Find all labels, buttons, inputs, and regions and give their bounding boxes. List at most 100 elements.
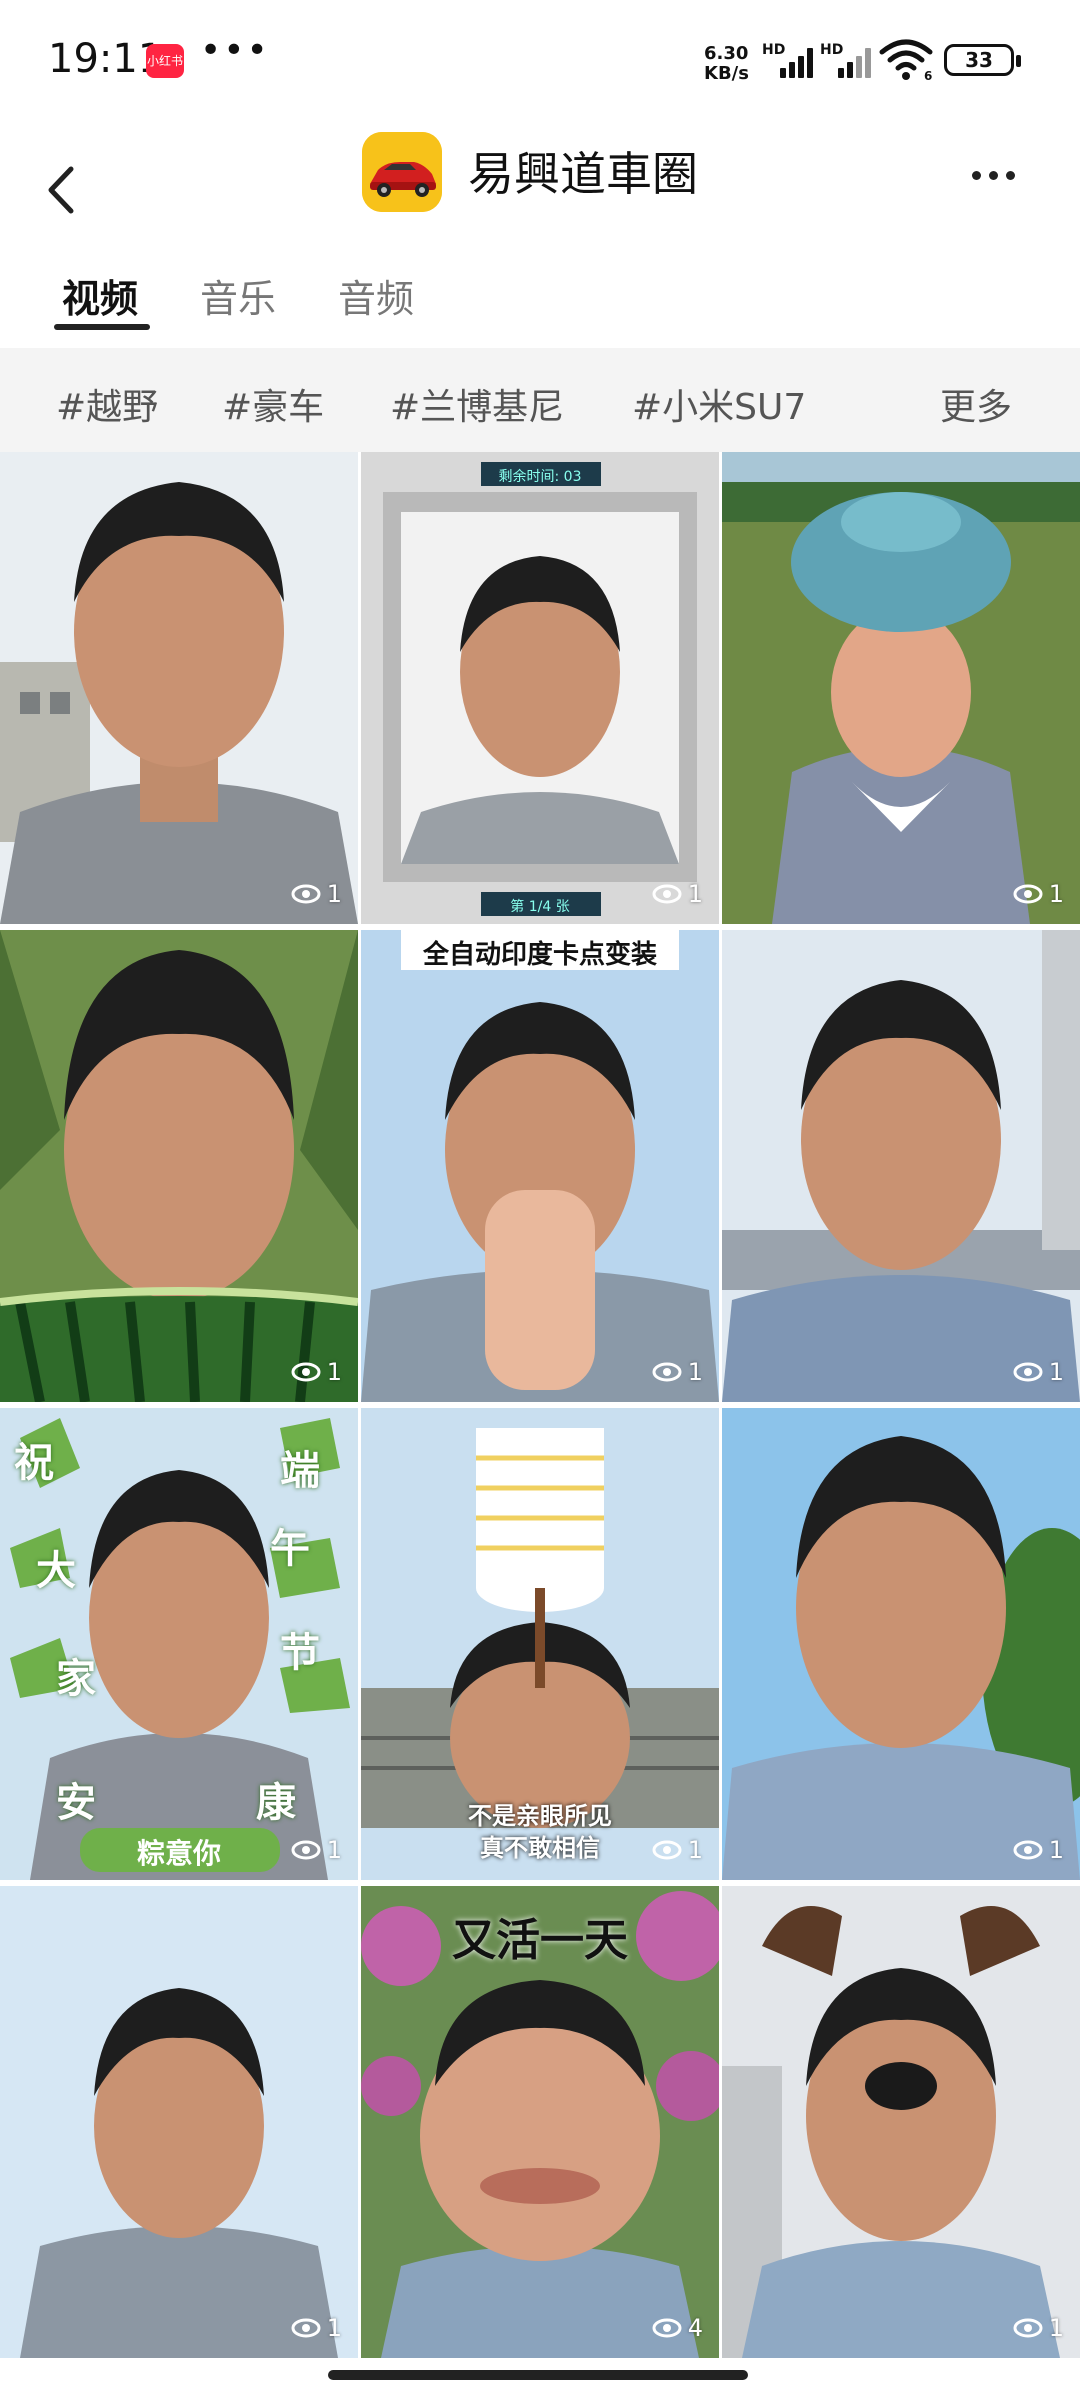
view-count-value: 1	[687, 1836, 703, 1864]
greeting-char: 端	[280, 1448, 320, 1494]
xiaohongshu-badge-icon: 小红书	[146, 44, 184, 78]
hashtag-luxury-car[interactable]: #豪车	[222, 378, 324, 430]
view-count-value: 1	[1048, 1358, 1064, 1386]
hashtag-xiaomi-su7[interactable]: #小米SU7	[632, 378, 806, 430]
header: 易興道車圈	[0, 120, 1080, 260]
dot-icon	[988, 170, 998, 180]
view-count-value: 1	[687, 1358, 703, 1386]
signal-1-label: HD	[762, 42, 786, 58]
signal-1-icon: HD	[762, 42, 818, 78]
dot-icon	[1005, 170, 1015, 180]
video-card[interactable]: 又活一天 4	[361, 1886, 719, 2358]
view-count-value: 1	[326, 1358, 342, 1386]
greeting-char: 祝	[14, 1440, 54, 1486]
battery-icon: 33	[944, 44, 1021, 76]
greeting-char: 安	[56, 1780, 96, 1826]
view-count: 1	[291, 1358, 342, 1386]
eye-icon	[291, 2318, 321, 2338]
hashtag-bar: #越野 #豪车 #兰博基尼 #小米SU7 更多	[0, 348, 1080, 452]
eye-icon	[291, 1840, 321, 1860]
view-count-value: 1	[326, 880, 342, 908]
view-count: 1	[291, 1836, 342, 1864]
video-thumbnail	[722, 1408, 1080, 1880]
view-count: 1	[291, 2314, 342, 2342]
view-count: 1	[652, 1836, 703, 1864]
video-caption-line-1: 不是亲眼所见	[468, 1802, 612, 1830]
wifi-label: 6	[924, 69, 932, 82]
hashtag-offroad[interactable]: #越野	[56, 378, 158, 430]
channel-logo[interactable]	[362, 132, 442, 212]
back-button[interactable]	[30, 140, 90, 240]
view-count: 1	[652, 1358, 703, 1386]
video-thumbnail	[722, 452, 1080, 924]
eye-icon	[652, 1362, 682, 1382]
timer-overlay: 剩余时间: 03	[498, 469, 582, 485]
view-count-value: 4	[687, 2314, 703, 2342]
video-thumbnail	[361, 930, 719, 1402]
video-card[interactable]: 1	[0, 930, 358, 1402]
battery-level: 33	[965, 48, 993, 72]
greeting-char: 家	[56, 1656, 96, 1702]
eye-icon	[652, 884, 682, 904]
network-speed-value: 6.30	[704, 43, 749, 64]
hashtag-lamborghini[interactable]: #兰博基尼	[390, 378, 564, 430]
eye-icon	[1013, 1840, 1043, 1860]
video-card[interactable]: 剩余时间: 03 第 1/4 张 1	[361, 452, 719, 924]
network-speed-unit: KB/s	[704, 63, 749, 84]
active-tab-indicator	[54, 324, 150, 330]
video-card[interactable]: 祝 端 午 大 家 节 安 康 粽意你 1	[0, 1408, 358, 1880]
view-count: 1	[1013, 1836, 1064, 1864]
eye-icon	[1013, 884, 1043, 904]
eye-icon	[652, 1840, 682, 1860]
status-bar: 19:11 小红书 ••• 6.30 KB/s HD HD 6 33	[0, 0, 1080, 120]
video-thumbnail	[361, 452, 719, 924]
video-thumbnail	[722, 1886, 1080, 2358]
video-card[interactable]: 1	[0, 452, 358, 924]
more-tags-button[interactable]: 更多	[940, 378, 1012, 430]
eye-icon	[291, 884, 321, 904]
network-speed: 6.30 KB/s	[704, 44, 749, 84]
page-title: 易興道車圈	[468, 147, 698, 201]
wifi-icon: 6	[878, 38, 934, 83]
video-card[interactable]: 全自动印度卡点变装 1	[361, 930, 719, 1402]
greeting-char: 午	[270, 1526, 310, 1572]
view-count-value: 1	[687, 880, 703, 908]
view-count: 1	[1013, 880, 1064, 908]
more-options-button[interactable]	[958, 150, 1028, 200]
tab-music[interactable]: 音乐	[200, 268, 276, 323]
signal-2-icon: HD	[820, 42, 876, 78]
eye-icon	[652, 2318, 682, 2338]
view-count-value: 1	[326, 1836, 342, 1864]
video-thumbnail	[0, 452, 358, 924]
video-card[interactable]: 1	[722, 1886, 1080, 2358]
tab-video[interactable]: 视频	[62, 268, 138, 323]
view-count-value: 1	[326, 2314, 342, 2342]
video-thumbnail	[722, 930, 1080, 1402]
signal-2-label: HD	[820, 42, 844, 58]
video-card[interactable]: 1	[722, 452, 1080, 924]
dot-icon	[971, 170, 981, 180]
view-count-value: 1	[1048, 1836, 1064, 1864]
eye-icon	[291, 1362, 321, 1382]
video-card[interactable]: 1	[722, 930, 1080, 1402]
eye-icon	[1013, 2318, 1043, 2338]
tab-bar: 视频 音乐 音频	[0, 260, 1080, 336]
view-count: 1	[291, 880, 342, 908]
video-thumbnail	[0, 930, 358, 1402]
greeting-char: 节	[280, 1630, 320, 1676]
tab-audio[interactable]: 音频	[338, 268, 414, 323]
view-count: 1	[652, 880, 703, 908]
video-card[interactable]: 1	[0, 1886, 358, 2358]
home-indicator[interactable]	[328, 2370, 748, 2380]
view-count-value: 1	[1048, 2314, 1064, 2342]
view-count: 1	[1013, 2314, 1064, 2342]
video-card[interactable]: 1	[722, 1408, 1080, 1880]
view-count: 4	[652, 2314, 703, 2342]
video-card[interactable]: 不是亲眼所见 真不敢相信 1	[361, 1408, 719, 1880]
video-caption: 全自动印度卡点变装	[422, 940, 657, 970]
video-thumbnail	[0, 1886, 358, 2358]
view-count: 1	[1013, 1358, 1064, 1386]
status-more-icon: •••	[200, 30, 270, 71]
red-car-icon	[362, 132, 442, 212]
greeting-char: 大	[36, 1548, 76, 1594]
